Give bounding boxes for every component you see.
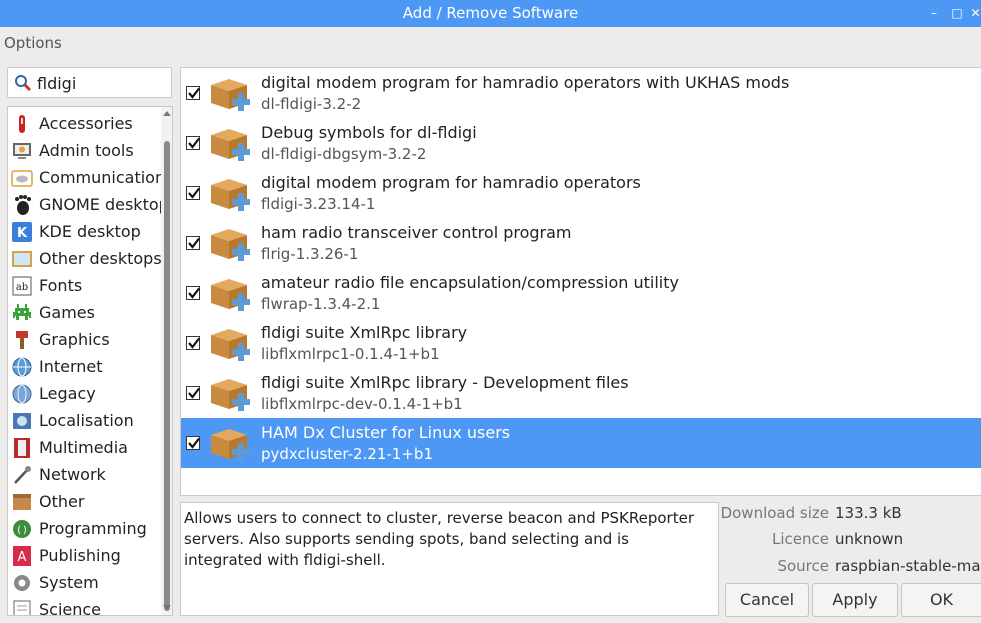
package-info: Download size 133.3 kB Licence unknown S… bbox=[720, 502, 981, 582]
localisation-icon bbox=[13, 413, 31, 429]
close-button[interactable]: ✕ bbox=[970, 5, 981, 21]
package-row-selected[interactable]: HAM Dx Cluster for Linux users pydxclust… bbox=[181, 418, 981, 468]
scroll-down-icon[interactable] bbox=[163, 605, 171, 610]
maximize-button[interactable]: □ bbox=[949, 5, 965, 21]
category-other[interactable]: Other bbox=[8, 488, 160, 515]
package-add-icon bbox=[211, 279, 250, 311]
package-add-icon bbox=[211, 129, 250, 161]
paintbrush-icon bbox=[16, 331, 28, 349]
package-add-icon bbox=[211, 429, 250, 461]
window-title: Add / Remove Software bbox=[402, 4, 579, 22]
ok-button[interactable]: OK bbox=[901, 583, 981, 617]
package-row[interactable]: fldigi suite XmlRpc library libflxmlrpc1… bbox=[181, 318, 981, 368]
package-add-icon bbox=[211, 179, 250, 211]
install-checkbox[interactable] bbox=[186, 236, 200, 250]
category-fonts[interactable]: ab Fonts bbox=[8, 272, 160, 299]
cloud-icon bbox=[11, 170, 33, 187]
package-details: Allows users to connect to cluster, reve… bbox=[180, 502, 719, 616]
publishing-icon: A bbox=[13, 546, 31, 566]
package-row[interactable]: digital modem program for hamradio opera… bbox=[181, 68, 981, 118]
apply-button[interactable]: Apply bbox=[812, 583, 898, 617]
svg-text:K: K bbox=[17, 226, 28, 241]
swiss-knife-icon bbox=[19, 115, 25, 133]
desktop-icon bbox=[12, 251, 32, 267]
film-icon bbox=[14, 438, 30, 458]
category-graphics[interactable]: Graphics bbox=[8, 326, 160, 353]
maximize-icon: □ bbox=[951, 6, 963, 20]
programming-icon: () bbox=[13, 520, 31, 538]
package-row[interactable]: Debug symbols for dl-fldigi dl-fldigi-db… bbox=[181, 118, 981, 168]
menu-options[interactable]: Options bbox=[4, 34, 62, 52]
package-row[interactable]: amateur radio file encapsulation/compres… bbox=[181, 268, 981, 318]
category-system[interactable]: System bbox=[8, 569, 160, 596]
package-row[interactable]: ham radio transceiver control program fl… bbox=[181, 218, 981, 268]
category-kde-desktop[interactable]: K KDE desktop bbox=[8, 218, 160, 245]
category-list: Accessories Admin tools Communication GN… bbox=[7, 106, 173, 616]
svg-text:ab: ab bbox=[16, 282, 28, 293]
science-icon bbox=[13, 600, 31, 615]
category-multimedia[interactable]: Multimedia bbox=[8, 434, 160, 461]
category-communication[interactable]: Communication bbox=[8, 164, 165, 191]
svg-text:(): () bbox=[16, 525, 28, 536]
package-description-text: Allows users to connect to cluster, reve… bbox=[184, 509, 694, 569]
search-input[interactable] bbox=[37, 72, 167, 94]
gnome-foot-icon bbox=[15, 195, 31, 215]
category-gnome-desktop[interactable]: GNOME desktop bbox=[8, 191, 169, 218]
info-download-size: Download size 133.3 kB bbox=[720, 504, 902, 522]
category-localisation[interactable]: Localisation bbox=[8, 407, 160, 434]
admin-monitor-icon bbox=[13, 143, 31, 159]
category-programming[interactable]: () Programming bbox=[8, 515, 160, 542]
category-legacy[interactable]: Legacy bbox=[8, 380, 160, 407]
invader-icon bbox=[13, 304, 31, 320]
category-network[interactable]: Network bbox=[8, 461, 160, 488]
info-source: Source raspbian-stable-main bbox=[777, 557, 981, 575]
network-icon bbox=[14, 466, 31, 484]
search-box[interactable] bbox=[7, 67, 172, 98]
category-games[interactable]: Games bbox=[8, 299, 160, 326]
menu-bar: Options bbox=[0, 27, 981, 57]
install-checkbox[interactable] bbox=[186, 336, 200, 350]
title-bar: Add / Remove Software – □ ✕ bbox=[0, 0, 981, 27]
install-checkbox[interactable] bbox=[186, 186, 200, 200]
package-list: digital modem program for hamradio opera… bbox=[180, 67, 981, 496]
install-checkbox[interactable] bbox=[186, 386, 200, 400]
search-icon bbox=[15, 75, 32, 92]
globe-icon bbox=[12, 357, 32, 377]
cancel-button[interactable]: Cancel bbox=[725, 583, 809, 617]
box-icon bbox=[13, 494, 31, 510]
kde-gear-icon: K bbox=[12, 222, 32, 242]
category-accessories[interactable]: Accessories bbox=[8, 110, 160, 137]
category-science[interactable]: Science bbox=[8, 596, 160, 615]
package-add-icon bbox=[211, 229, 250, 261]
package-add-icon bbox=[211, 329, 250, 361]
install-checkbox[interactable] bbox=[186, 86, 200, 100]
category-scrollbar[interactable] bbox=[161, 107, 172, 615]
package-add-icon bbox=[211, 79, 250, 111]
svg-text:A: A bbox=[18, 550, 27, 565]
minimize-button[interactable]: – bbox=[926, 5, 942, 21]
package-row[interactable]: digital modem program for hamradio opera… bbox=[181, 168, 981, 218]
category-internet[interactable]: Internet bbox=[8, 353, 160, 380]
package-row[interactable]: fldigi suite XmlRpc library - Developmen… bbox=[181, 368, 981, 418]
install-checkbox[interactable] bbox=[186, 286, 200, 300]
close-icon: ✕ bbox=[970, 6, 981, 20]
minimize-icon: – bbox=[931, 6, 937, 20]
category-admin-tools[interactable]: Admin tools bbox=[8, 137, 160, 164]
scrollbar-thumb[interactable] bbox=[164, 141, 170, 611]
legacy-globe-icon bbox=[12, 384, 32, 404]
category-publishing[interactable]: A Publishing bbox=[8, 542, 160, 569]
category-other-desktops[interactable]: Other desktops bbox=[8, 245, 162, 272]
scroll-up-icon[interactable] bbox=[163, 111, 171, 116]
info-licence: Licence unknown bbox=[772, 530, 904, 548]
system-gear-icon bbox=[14, 575, 30, 591]
install-checkbox[interactable] bbox=[186, 136, 200, 150]
package-add-icon bbox=[211, 379, 250, 411]
font-icon: ab bbox=[12, 276, 32, 296]
install-checkbox[interactable] bbox=[186, 436, 200, 450]
